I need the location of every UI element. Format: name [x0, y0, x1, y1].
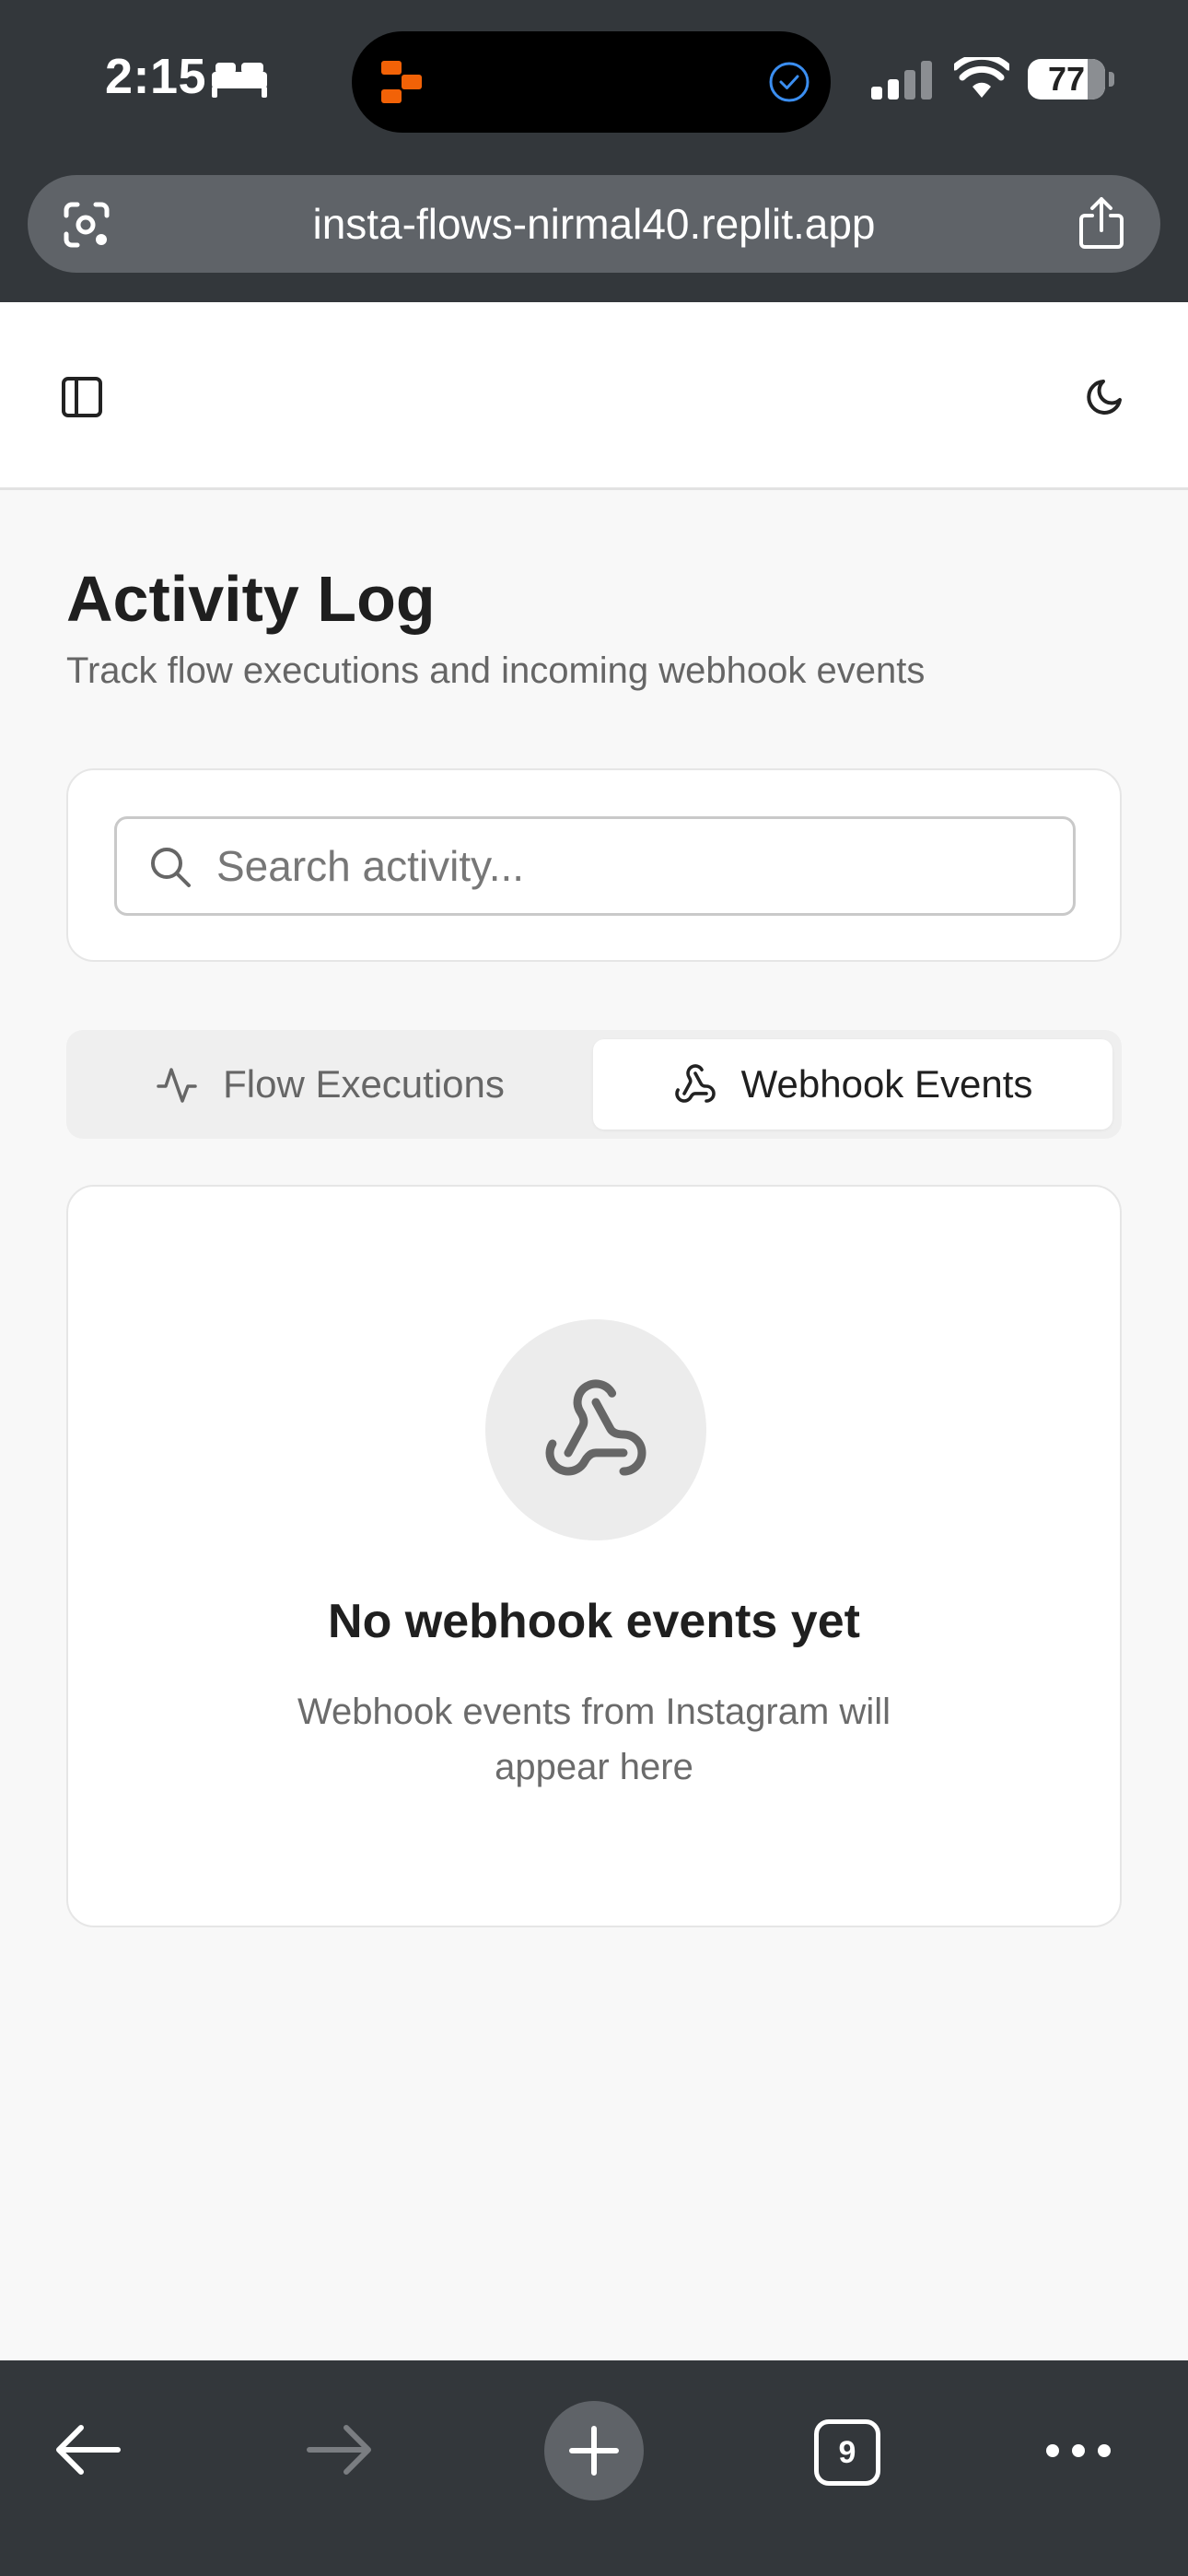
more-icon[interactable] [1044, 2434, 1112, 2467]
tab-webhook-events[interactable]: Webhook Events [593, 1039, 1112, 1130]
url-text[interactable]: insta-flows-nirmal40.replit.app [129, 175, 1059, 273]
share-icon[interactable] [1077, 195, 1125, 251]
lens-icon[interactable] [61, 199, 112, 251]
search-icon [151, 848, 191, 887]
empty-state-description: Webhook events from Instagram will appea… [297, 1692, 891, 1787]
webhook-icon [545, 1379, 646, 1476]
page-title: Activity Log [66, 563, 436, 635]
battery-icon: 77 [1028, 59, 1114, 100]
tab-flow-executions[interactable]: Flow Executions [76, 1039, 584, 1130]
bed-icon [212, 63, 267, 98]
url-bar[interactable]: insta-flows-nirmal40.replit.app [28, 175, 1160, 273]
plus-icon [569, 2426, 619, 2476]
check-circle-icon [769, 62, 809, 102]
new-tab-button[interactable] [544, 2401, 644, 2500]
webhook-icon [674, 1064, 716, 1103]
app-header [0, 302, 1188, 490]
empty-state-icon-circle [485, 1319, 706, 1540]
empty-state-card: No webhook events yet Webhook events fro… [66, 1185, 1122, 1927]
page-subtitle: Track flow executions and incoming webho… [66, 650, 926, 691]
activity-tabs: Flow Executions Webhook Events [66, 1030, 1122, 1139]
status-time: 2:15 [105, 49, 207, 104]
moon-icon[interactable] [1083, 374, 1127, 418]
forward-arrow-icon[interactable] [306, 2423, 374, 2476]
empty-state-title: No webhook events yet [328, 1595, 860, 1648]
tab-webhook-events-label: Webhook Events [740, 1062, 1033, 1106]
battery-percent: 77 [1047, 60, 1086, 98]
browser-bottom-toolbar: 9 [0, 2360, 1188, 2576]
wifi-icon [954, 57, 1009, 98]
back-arrow-icon[interactable] [53, 2423, 122, 2476]
tab-flow-executions-label: Flow Executions [223, 1062, 505, 1106]
search-input[interactable] [216, 819, 1045, 913]
search-box[interactable] [114, 816, 1076, 916]
app-activity-icon [381, 61, 422, 103]
cellular-signal-icon [871, 61, 932, 100]
sidebar-toggle-icon[interactable] [61, 376, 103, 418]
dynamic-island [352, 31, 831, 133]
activity-icon [157, 1068, 197, 1103]
search-card [66, 768, 1122, 962]
tab-count-button[interactable]: 9 [814, 2419, 880, 2486]
browser-top-chrome: 2:15 77 insta-flows-nirmal40.replit.app [0, 0, 1188, 302]
